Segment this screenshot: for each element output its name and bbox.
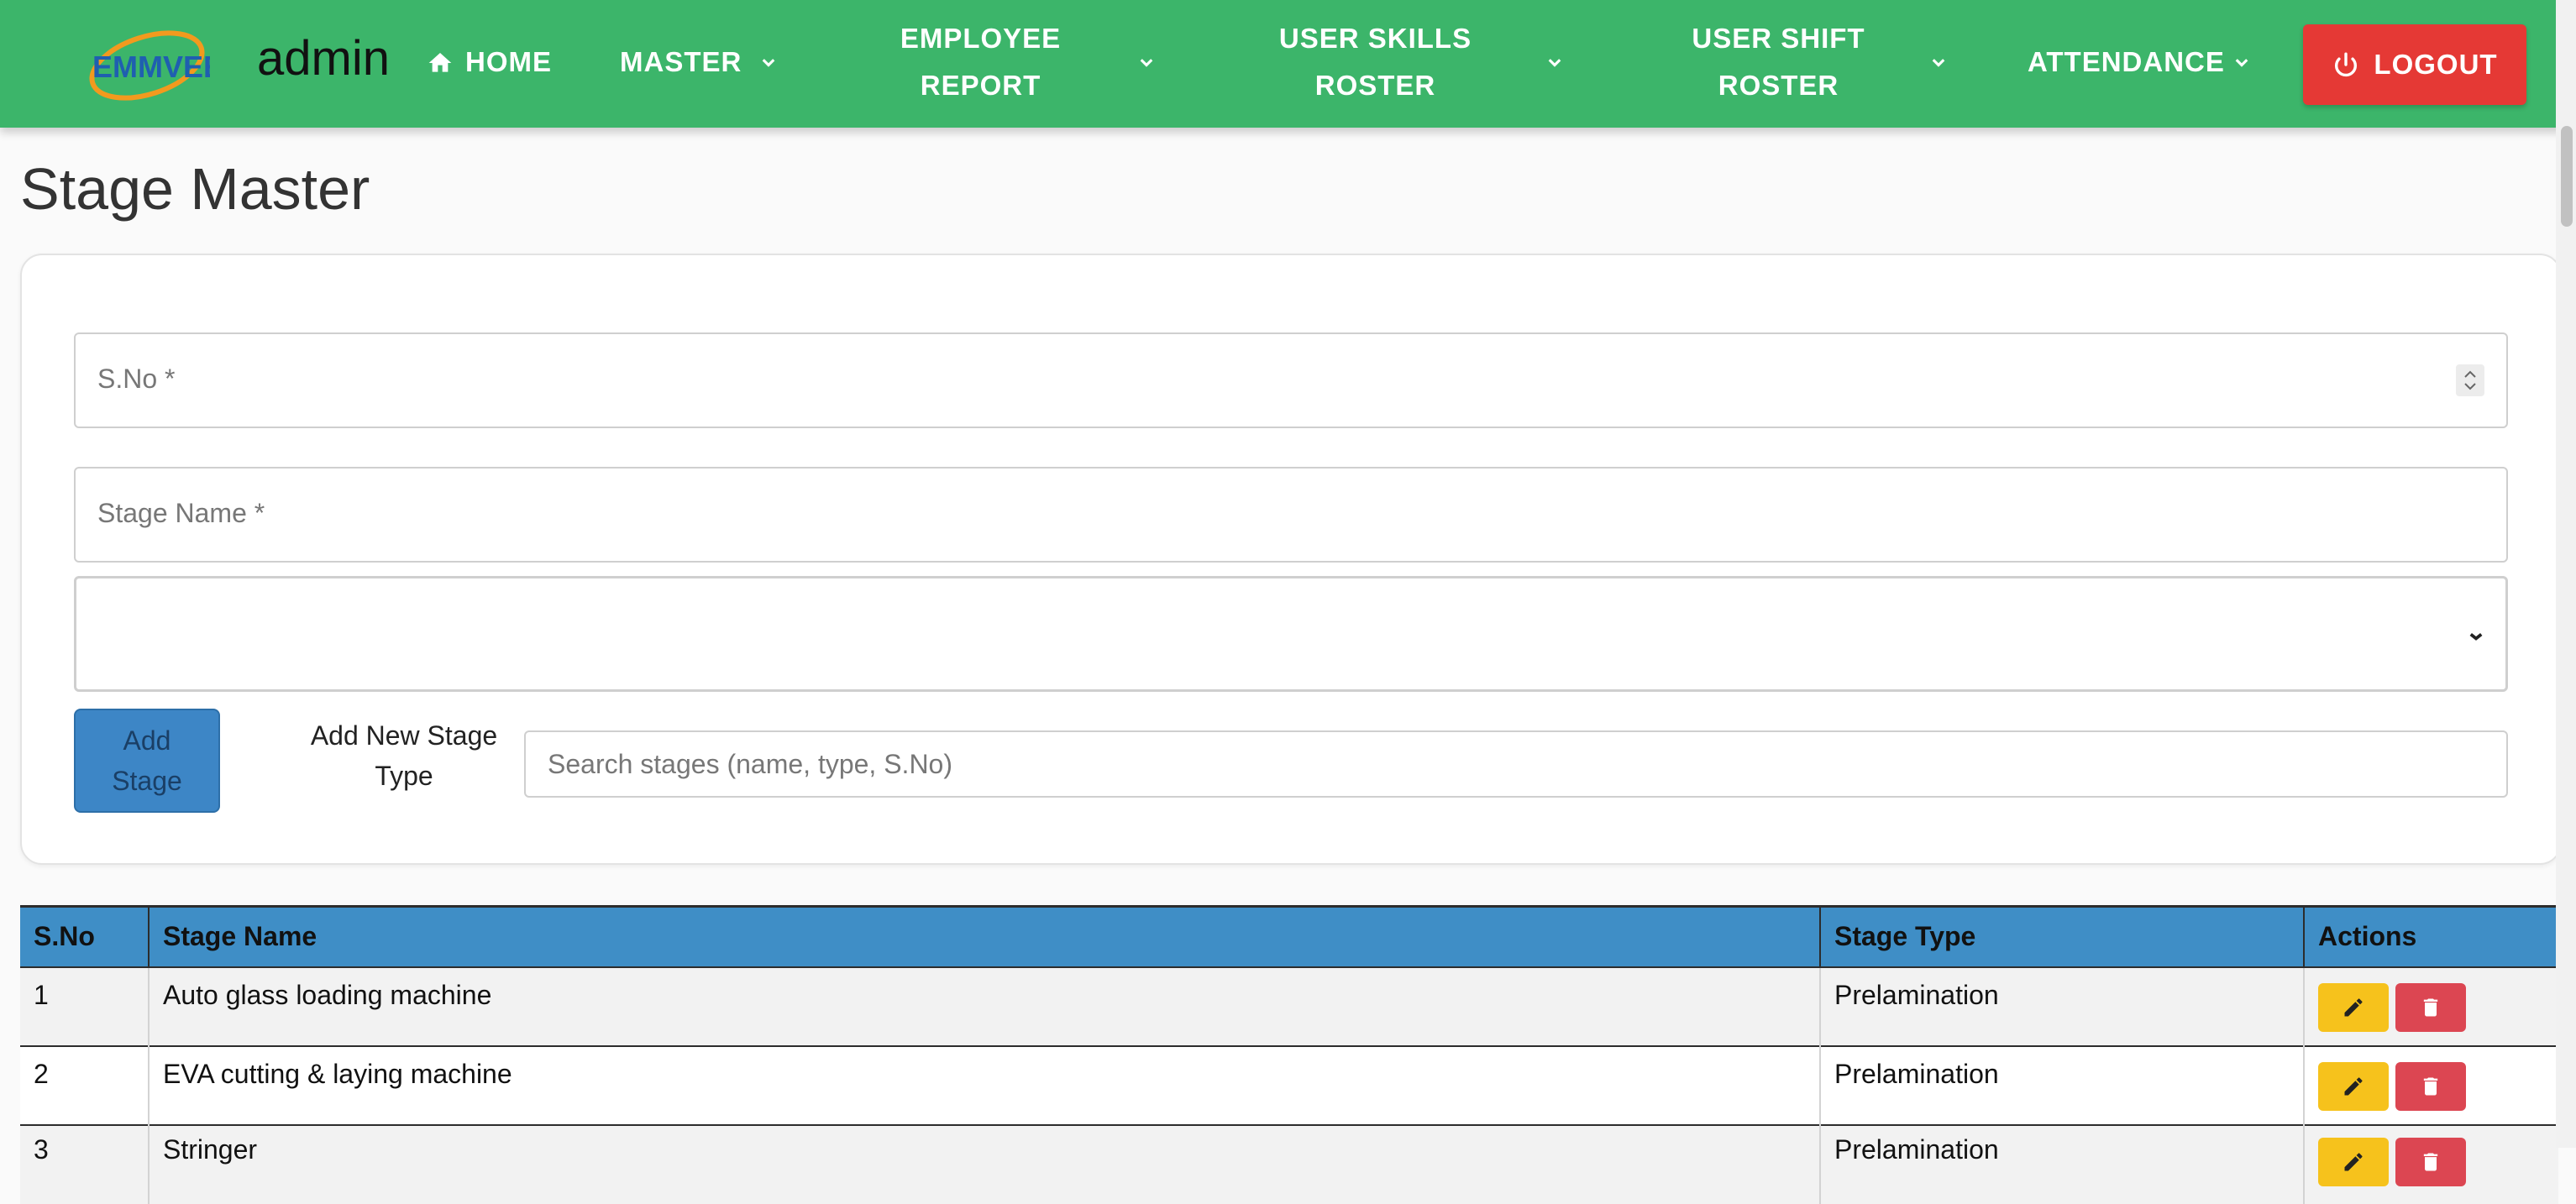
nav-user-shift-line1: USER SHIFT <box>1692 23 1865 54</box>
cell-stage-name: Auto glass loading machine <box>148 966 1820 1046</box>
nav-employee-report[interactable]: EMPLOYEE REPORT <box>882 15 1153 109</box>
spinner-arrows-icon <box>2464 370 2476 390</box>
pencil-icon <box>2344 997 2363 1016</box>
edit-button[interactable] <box>2318 982 2389 1032</box>
logout-label: LOGOUT <box>2374 49 2498 80</box>
add-new-type-line2: Type <box>375 761 433 791</box>
nav-user-skills-line1: USER SKILLS <box>1278 23 1472 54</box>
nav-master-label: MASTER <box>620 46 742 77</box>
sno-placeholder: S.No * <box>97 364 176 394</box>
trash-icon <box>2423 1153 2438 1170</box>
cell-stage-name: Stringer <box>148 1123 1820 1204</box>
brand-username: admin <box>257 31 390 86</box>
table-row: 2 EVA cutting & laying machine Prelamina… <box>20 1044 2558 1125</box>
stage-name-placeholder: Stage Name * <box>97 498 265 528</box>
cell-actions <box>2303 1123 2558 1204</box>
nav-user-skills-roster[interactable]: USER SKILLS ROSTER <box>1243 15 1561 109</box>
cell-sno: 1 <box>20 966 149 1046</box>
search-stages-input[interactable] <box>524 730 2508 798</box>
delete-button[interactable] <box>2395 982 2466 1032</box>
cell-actions <box>2303 1044 2558 1125</box>
delete-button[interactable] <box>2395 1137 2466 1186</box>
table-row: 1 Auto glass loading machine Prelaminati… <box>20 966 2558 1046</box>
chevron-down-icon <box>762 59 775 67</box>
chevron-down-icon <box>1548 59 1561 67</box>
stage-name-field[interactable]: Stage Name * <box>74 467 2508 563</box>
pencil-icon <box>2344 1076 2363 1095</box>
scrollbar-thumb[interactable] <box>2561 126 2573 227</box>
nav-attendance-label: ATTENDANCE <box>2028 46 2225 77</box>
top-navbar: EMMVEE admin HOME MASTER EMPLOYEE REPORT… <box>0 0 2576 128</box>
add-stage-line2: Stage <box>112 766 182 796</box>
add-stage-line1: Add <box>123 725 171 756</box>
chevron-down-icon <box>1932 59 1945 67</box>
header-stage-name[interactable]: Stage Name <box>148 905 1820 967</box>
cell-stage-type: Prelamination <box>1819 966 2304 1046</box>
nav-attendance[interactable]: ATTENDANCE <box>2028 39 2248 86</box>
emmvee-logo[interactable]: EMMVEE <box>84 22 223 106</box>
nav-master[interactable]: MASTER <box>620 39 775 86</box>
nav-user-skills-line2: ROSTER <box>1314 70 1436 101</box>
power-icon <box>2335 52 2358 77</box>
nav-home[interactable]: HOME <box>427 39 552 86</box>
logout-button[interactable]: LOGOUT <box>2303 24 2526 105</box>
cell-sno: 3 <box>20 1123 149 1204</box>
nav-home-label: HOME <box>465 46 552 77</box>
logo-wordmark: EMMVEE <box>92 50 210 84</box>
delete-button[interactable] <box>2395 1061 2466 1111</box>
chevron-down-icon <box>2235 59 2248 67</box>
edit-button[interactable] <box>2318 1061 2389 1111</box>
cell-actions <box>2303 966 2558 1046</box>
trash-icon <box>2423 998 2438 1016</box>
pencil-icon <box>2344 1152 2363 1170</box>
page-title: Stage Master <box>20 156 370 222</box>
add-new-type-line1: Add New Stage <box>310 720 498 751</box>
cell-stage-type: Prelamination <box>1819 1123 2304 1204</box>
sno-field[interactable]: S.No * <box>74 332 2508 428</box>
stage-type-select[interactable] <box>74 576 2508 692</box>
table-header-row: S.No Stage Name Stage Type Actions <box>20 905 2558 967</box>
chevron-down-icon <box>1140 59 1153 67</box>
trash-icon <box>2423 1077 2438 1095</box>
cell-stage-type: Prelamination <box>1819 1044 2304 1125</box>
cell-stage-name: EVA cutting & laying machine <box>148 1044 1820 1125</box>
nav-user-shift-roster[interactable]: USER SHIFT ROSTER <box>1667 15 1945 109</box>
edit-button[interactable] <box>2318 1137 2389 1186</box>
header-sno[interactable]: S.No <box>20 905 149 967</box>
header-actions: Actions <box>2303 905 2558 967</box>
number-spinner[interactable] <box>2456 364 2484 396</box>
chevron-down-icon <box>2469 633 2483 641</box>
add-stage-button[interactable]: Add Stage <box>74 709 220 813</box>
home-icon <box>428 53 452 72</box>
nav-employee-report-line1: EMPLOYEE <box>900 23 1062 54</box>
nav-employee-report-line2: REPORT <box>920 70 1041 101</box>
header-stage-type[interactable]: Stage Type <box>1819 905 2304 967</box>
add-new-stage-type-button[interactable]: Add New Stage Type <box>274 715 534 796</box>
nav-user-shift-line2: ROSTER <box>1718 70 1839 101</box>
stages-table: S.No Stage Name Stage Type Actions 1 Aut… <box>20 905 2558 1204</box>
stage-form-card: S.No * Stage Name * Add Stage Add New St… <box>20 254 2562 865</box>
table-row: 3 Stringer Prelamination <box>20 1123 2558 1204</box>
cell-sno: 2 <box>20 1044 149 1125</box>
page-scrollbar[interactable] <box>2556 0 2576 1148</box>
